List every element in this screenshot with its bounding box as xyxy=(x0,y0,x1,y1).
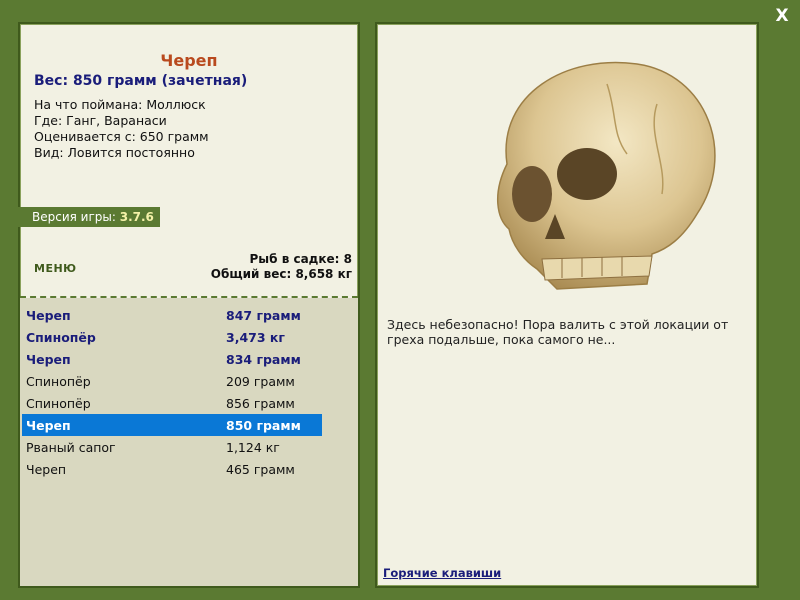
list-item[interactable]: Спинопёр 856 грамм xyxy=(22,392,322,414)
list-item[interactable]: Череп 834 грамм xyxy=(22,348,322,370)
preview-panel: Здесь небезопасно! Пора валить с этой ло… xyxy=(375,22,759,588)
total-weight: Общий вес: 8,658 кг xyxy=(210,267,352,281)
list-item[interactable]: Спинопёр 3,473 кг xyxy=(22,326,322,348)
game-version: Версия игры: 3.7.6 xyxy=(18,207,160,227)
list-item[interactable]: Спинопёр 209 грамм xyxy=(22,370,322,392)
kind-info: Вид: Ловится постоянно xyxy=(34,145,195,160)
item-name: Спинопёр xyxy=(26,396,91,411)
item-name: Череп xyxy=(26,462,67,477)
item-name: Спинопёр xyxy=(26,330,96,345)
menu-button[interactable]: МЕНЮ xyxy=(34,262,77,275)
location-description: Здесь небезопасно! Пора валить с этой ло… xyxy=(387,317,729,347)
version-label: Версия игры: xyxy=(32,210,116,224)
close-button[interactable]: X xyxy=(770,4,794,28)
fish-info-panel: Череп Вес: 850 грамм (зачетная) На что п… xyxy=(18,22,360,588)
list-item[interactable]: Рваный сапог 1,124 кг xyxy=(22,436,322,458)
item-weight: 850 грамм xyxy=(226,418,301,433)
skull-image xyxy=(496,61,716,290)
fish-title: Череп xyxy=(160,51,218,70)
fish-count: Рыб в садке: 8 xyxy=(249,252,353,266)
item-name: Череп xyxy=(26,308,71,323)
catch-stats: Рыб в садке: 8 Общий вес: 8,658 кг xyxy=(211,252,352,282)
list-item[interactable]: Череп 465 грамм xyxy=(22,458,322,480)
item-weight: 1,124 кг xyxy=(226,440,280,455)
version-value: 3.7.6 xyxy=(119,210,154,224)
item-name: Череп xyxy=(26,418,71,433)
item-weight: 856 грамм xyxy=(226,396,295,411)
item-weight: 465 грамм xyxy=(226,462,295,477)
item-weight: 834 грамм xyxy=(226,352,301,367)
list-item[interactable]: Череп 847 грамм xyxy=(22,304,322,326)
item-weight: 209 грамм xyxy=(226,374,295,389)
bait-info: На что поймана: Моллюск xyxy=(34,97,206,112)
fish-weight: Вес: 850 грамм (зачетная) xyxy=(34,73,248,89)
item-name: Череп xyxy=(26,352,71,367)
item-weight: 847 грамм xyxy=(226,308,301,323)
list-item-selected[interactable]: Череп 850 грамм xyxy=(22,414,322,436)
catch-list[interactable]: Череп 847 грамм Спинопёр 3,473 кг Череп … xyxy=(20,298,358,586)
item-name: Спинопёр xyxy=(26,374,91,389)
rated-from-info: Оценивается с: 650 грамм xyxy=(34,129,209,144)
location-info: Где: Ганг, Варанаси xyxy=(34,113,167,128)
item-name: Рваный сапог xyxy=(26,440,116,455)
item-weight: 3,473 кг xyxy=(226,330,285,345)
hotkeys-link[interactable]: Горячие клавиши xyxy=(383,566,501,580)
